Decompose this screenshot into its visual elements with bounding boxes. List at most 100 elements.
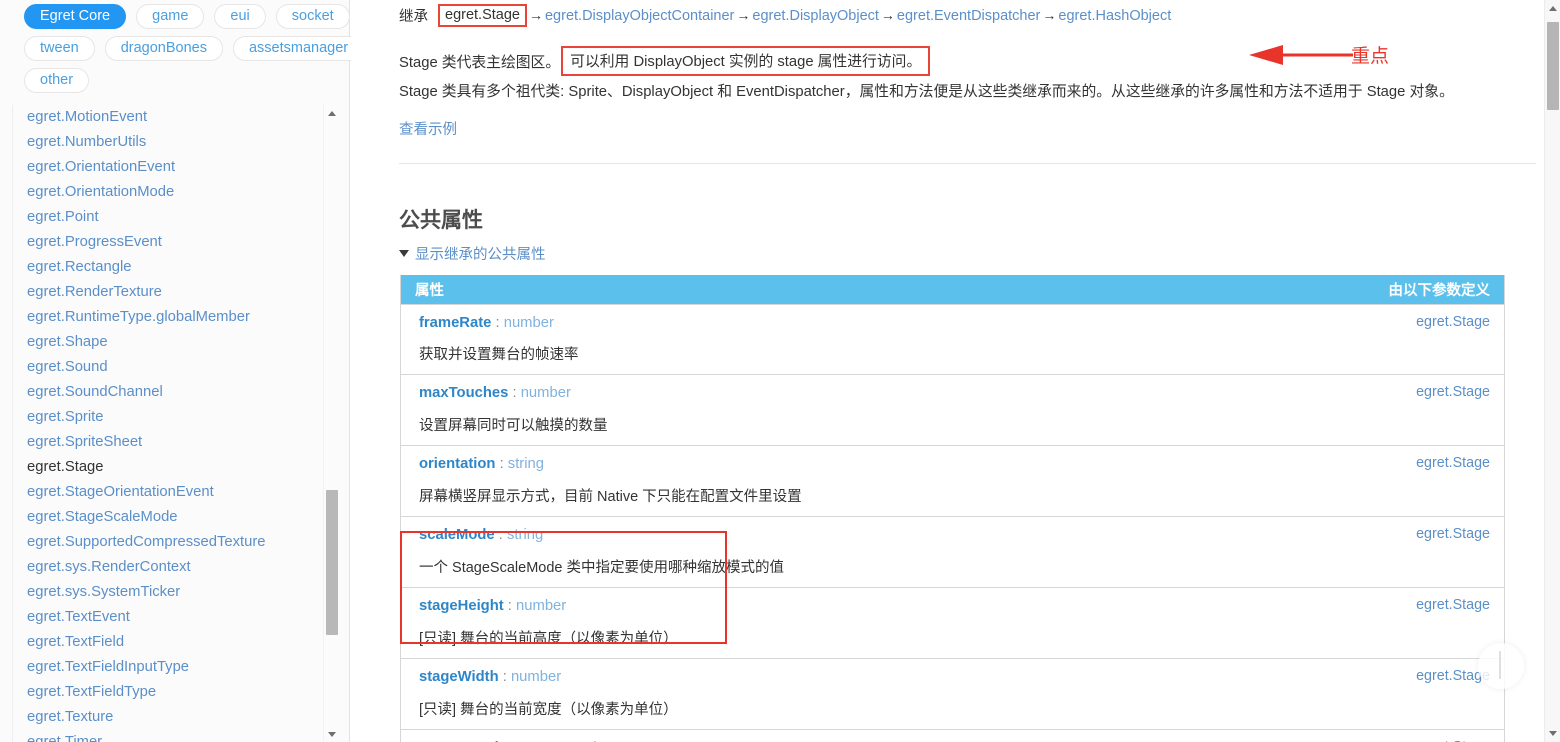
- defined-by-link[interactable]: egret.Stage: [952, 374, 1505, 447]
- module-tag-eui[interactable]: eui: [214, 4, 266, 29]
- description-highlighted-note: 可以利用 DisplayObject 实例的 stage 属性进行访问。: [561, 46, 931, 76]
- property-type: number: [520, 385, 571, 402]
- class-list-item[interactable]: egret.Timer: [13, 730, 331, 742]
- inheritance-arrow-icon: →: [880, 7, 895, 23]
- page-scroll-up-icon[interactable]: [1545, 0, 1560, 17]
- class-list-item[interactable]: egret.TextEvent: [13, 605, 331, 630]
- table-header-row: 属性 由以下参数定义: [400, 275, 1505, 304]
- class-list-item[interactable]: egret.StageScaleMode: [13, 505, 331, 530]
- defined-by-link[interactable]: egret.Stage: [952, 729, 1505, 742]
- show-inherited-toggle[interactable]: 显示继承的公共属性: [399, 243, 546, 264]
- property-name-link[interactable]: scaleMode: [419, 527, 495, 543]
- table-row: stageWidth : number [只读] 舞台的当前宽度（以像素为单位） e…: [400, 658, 1505, 731]
- table-row: scaleMode : string 一个 StageScaleMode 类中指定…: [400, 516, 1505, 589]
- class-list-item[interactable]: egret.RenderTexture: [13, 280, 331, 305]
- public-properties-table: 属性 由以下参数定义 frameRate : number 获取并设置舞台的帧速率…: [400, 275, 1505, 742]
- property-cell: scaleMode : string 一个 StageScaleMode 类中指定…: [400, 516, 953, 589]
- scroll-up-arrow-icon[interactable]: [324, 105, 340, 121]
- class-list-item[interactable]: egret.TextFieldType: [13, 680, 331, 705]
- inheritance-breadcrumb: 继承 egret.Stage → egret.DisplayObjectConta…: [399, 4, 1171, 27]
- class-list-item[interactable]: egret.ProgressEvent: [13, 230, 331, 255]
- class-list-item[interactable]: egret.sys.SystemTicker: [13, 580, 331, 605]
- defined-by-link[interactable]: egret.Stage: [952, 587, 1505, 660]
- class-list: egret.MotionEvent egret.NumberUtils egret.…: [13, 105, 331, 742]
- triangle-up-icon: [1549, 6, 1557, 11]
- property-signature: stageHeight : number: [419, 597, 939, 617]
- table-row: maxTouches : number 设置屏幕同时可以触摸的数量 egret.St…: [400, 374, 1505, 447]
- class-list-item[interactable]: egret.SpriteSheet: [13, 430, 331, 455]
- property-description: [只读] 舞台的当前高度（以像素为单位）: [419, 631, 678, 648]
- class-list-item[interactable]: egret.Sound: [13, 355, 331, 380]
- table-row: stageHeight : number [只读] 舞台的当前高度（以像素为单位）…: [400, 587, 1505, 660]
- floating-action-button[interactable]: [1478, 643, 1524, 689]
- module-tag-dragonbones[interactable]: dragonBones: [104, 36, 223, 61]
- module-tag-tween[interactable]: tween: [24, 36, 95, 61]
- inheritance-link[interactable]: egret.HashObject: [1058, 8, 1171, 24]
- module-tag-assetsmanager[interactable]: assetsmanager: [232, 36, 365, 61]
- scroll-down-arrow-icon[interactable]: [324, 726, 340, 742]
- class-list-item[interactable]: egret.TextFieldInputType: [13, 655, 331, 680]
- triangle-down-icon: [1549, 731, 1557, 736]
- description-line-1: Stage 类代表主绘图区。 可以利用 DisplayObject 实例的 st…: [399, 46, 931, 76]
- class-list-item[interactable]: egret.OrientationEvent: [13, 155, 331, 180]
- class-list-item[interactable]: egret.RuntimeType.globalMember: [13, 305, 331, 330]
- class-list-item[interactable]: egret.Texture: [13, 705, 331, 730]
- property-name-link[interactable]: stageHeight: [419, 598, 504, 614]
- defined-by-link[interactable]: egret.Stage: [952, 516, 1505, 589]
- tag-row: other: [24, 68, 342, 93]
- table-row: frameRate : number 获取并设置舞台的帧速率 egret.Stage: [400, 303, 1505, 376]
- class-list-item[interactable]: egret.StageOrientationEvent: [13, 480, 331, 505]
- defined-by-link[interactable]: egret.Stage: [952, 658, 1505, 731]
- class-list-item[interactable]: egret.NumberUtils: [13, 130, 331, 155]
- property-signature: stageWidth : number: [419, 668, 939, 688]
- triangle-down-icon: [328, 731, 336, 737]
- class-list-item[interactable]: egret.SupportedCompressedTexture: [13, 530, 331, 555]
- property-name-link[interactable]: stageWidth: [419, 669, 499, 685]
- defined-by-link[interactable]: egret.Stage: [952, 445, 1505, 518]
- class-list-item: egret.Stage: [27, 459, 104, 475]
- caret-down-icon: [399, 250, 409, 257]
- class-list-item[interactable]: egret.Shape: [13, 330, 331, 355]
- property-cell: maxTouches : number 设置屏幕同时可以触摸的数量: [400, 374, 953, 447]
- module-tag-game[interactable]: game: [136, 4, 205, 29]
- annotation-label: 重点: [1351, 46, 1390, 67]
- property-description: 获取并设置舞台的帧速率: [419, 347, 579, 364]
- property-name-link[interactable]: orientation: [419, 456, 495, 472]
- inheritance-link[interactable]: egret.DisplayObject: [752, 8, 879, 24]
- inheritance-link[interactable]: egret.DisplayObjectContainer: [545, 8, 734, 24]
- sidebar-scrollbar[interactable]: [323, 105, 339, 742]
- class-list-item[interactable]: egret.MotionEvent: [13, 105, 331, 130]
- class-list-item[interactable]: egret.Point: [13, 205, 331, 230]
- property-cell: frameRate : number 获取并设置舞台的帧速率: [400, 303, 953, 376]
- description-line-2: Stage 类具有多个祖代类: Sprite、DisplayObject 和 E…: [399, 84, 1454, 100]
- property-description: 设置屏幕同时可以触摸的数量: [419, 418, 608, 435]
- class-list-item[interactable]: egret.sys.RenderContext: [13, 555, 331, 580]
- class-list-item[interactable]: egret.OrientationMode: [13, 180, 331, 205]
- view-sample-link[interactable]: 查看示例: [399, 118, 457, 139]
- page-scrollbar-thumb[interactable]: [1547, 22, 1559, 110]
- table-row: textureScaleFactor : number绘制纹理的缩放比率，默认值…: [400, 729, 1505, 742]
- class-list-container[interactable]: egret.MotionEvent egret.NumberUtils egret.…: [12, 105, 346, 742]
- sidebar-scrollbar-thumb[interactable]: [326, 490, 338, 635]
- property-name-link[interactable]: frameRate: [419, 315, 491, 331]
- module-tag-other[interactable]: other: [24, 68, 90, 93]
- module-tag-egret-core[interactable]: Egret Core: [24, 4, 127, 29]
- table-row: orientation : string 屏幕横竖屏显示方式，目前 Native …: [400, 445, 1505, 518]
- class-list-item[interactable]: egret.Rectangle: [13, 255, 331, 280]
- class-list-item[interactable]: egret.Sprite: [13, 405, 331, 430]
- module-tag-socket[interactable]: socket: [275, 4, 350, 29]
- class-list-item[interactable]: egret.SoundChannel: [13, 380, 331, 405]
- section-divider: [399, 163, 1536, 164]
- property-description: 一个 StageScaleMode 类中指定要使用哪种缩放模式的值: [419, 560, 784, 577]
- page-scroll-down-icon[interactable]: [1545, 725, 1560, 742]
- property-signature: scaleMode : string: [419, 526, 939, 546]
- property-name-link[interactable]: maxTouches: [419, 385, 508, 401]
- defined-by-link[interactable]: egret.Stage: [952, 303, 1505, 376]
- class-list-item[interactable]: egret.TextField: [13, 630, 331, 655]
- inheritance-link[interactable]: egret.EventDispatcher: [897, 8, 1040, 24]
- property-signature: maxTouches : number: [419, 384, 939, 404]
- property-separator: :: [491, 314, 504, 331]
- page-scrollbar[interactable]: [1544, 0, 1560, 742]
- property-cell: orientation : string 屏幕横竖屏显示方式，目前 Native …: [400, 445, 953, 518]
- show-inherited-label: 显示继承的公共属性: [415, 247, 546, 263]
